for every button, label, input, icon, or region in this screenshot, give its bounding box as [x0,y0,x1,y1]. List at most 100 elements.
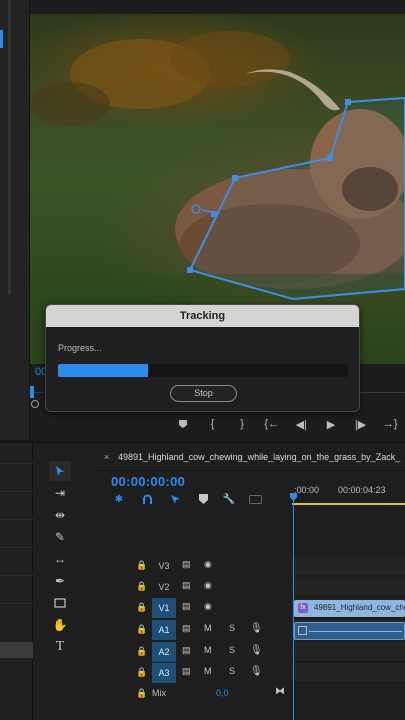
monitor-playhead[interactable] [30,386,34,398]
sync-lock-icon[interactable]: ▤ [182,623,191,634]
solo-button[interactable]: S [229,623,235,633]
add-marker-timeline-button[interactable] [195,491,211,507]
step-forward-icon: |▶ [354,418,367,431]
track-label[interactable]: A1 [152,620,176,640]
mix-volume-value[interactable]: 0,0 [216,688,229,698]
sequence-panel: × 49891_Highland_cow_chewing_while_layin… [96,443,405,720]
track-v3: 🔒 V3 ▤ ◉ [96,556,405,576]
track-lane[interactable] [292,577,405,597]
type-tool[interactable]: T [49,637,71,657]
time-ruler[interactable]: :00:00 00:00:04:23 [292,481,405,503]
lock-icon[interactable]: 🔒 [136,560,147,571]
selection-tool[interactable] [49,461,71,481]
linked-selection-button[interactable] [167,491,183,507]
nest-button[interactable]: ✱ [111,491,127,507]
eye-icon[interactable]: ◉ [204,601,212,612]
solo-button[interactable]: S [229,666,235,676]
track-lane[interactable] [292,663,405,683]
dialog-title: Tracking [46,305,359,327]
snap-button[interactable] [139,491,155,507]
track-label[interactable]: A2 [152,642,176,662]
eye-icon[interactable]: ◉ [204,580,212,591]
type-icon: T [55,639,65,654]
pen-tool[interactable]: ✒ [49,571,71,591]
sequence-toolbar: ✱ 🔧 [111,491,291,507]
hand-tool[interactable]: ✋ [49,615,71,635]
go-to-out-button[interactable]: →} [375,414,405,434]
tools-panel: ⇥ ⇹ ✎ ↔ ✒ ✋ T [44,451,78,720]
project-item-selected[interactable] [0,642,33,658]
captions-button[interactable] [247,491,263,507]
lock-icon[interactable]: 🔒 [136,624,147,635]
razor-tool[interactable]: ✎ [49,527,71,547]
sequence-timecode[interactable]: 00:00:00:00 [111,474,185,489]
mute-button[interactable]: M [204,666,212,676]
track-label[interactable]: V2 [152,577,176,597]
step-back-button[interactable]: ◀| [287,414,317,434]
add-marker-icon [198,494,208,504]
ripple-edit-tool[interactable]: ⇹ [49,505,71,525]
zoom-handle[interactable] [31,400,39,408]
track-label[interactable]: A3 [152,663,176,683]
mix-track: 🔒 Mix 0,0 ⧓ [96,684,405,704]
stop-button[interactable]: Stop [170,385,237,402]
sync-lock-icon[interactable]: ▤ [182,580,191,591]
transport-controls: { } {← ◀| ▶ |▶ →} [168,414,405,434]
razor-icon: ✎ [54,530,66,544]
go-to-in-button[interactable]: {← [257,414,287,434]
program-monitor: 00 { } {← ◀| ▶ |▶ →} Tracking Progress..… [0,0,405,440]
sequence-tab[interactable]: × 49891_Highland_cow_chewing_while_layin… [96,443,405,471]
timeline-area: ⇥ ⇹ ✎ ↔ ✒ ✋ T × 49891_Highland_cow_chewi… [0,441,405,720]
eye-icon[interactable]: ◉ [204,559,212,570]
track-select-forward-icon: ⇥ [54,486,66,500]
snap-magnet-icon [142,494,152,504]
sync-lock-icon[interactable]: ▤ [182,666,191,677]
track-label[interactable]: V3 [152,556,176,576]
track-lane[interactable] [292,556,405,576]
linked-selection-icon [170,494,180,504]
go-to-end-icon[interactable]: ⧓ [275,686,285,697]
solo-button[interactable]: S [229,645,235,655]
lock-icon[interactable]: 🔒 [136,602,147,613]
microphone-icon[interactable]: 🎙 [250,623,263,634]
sync-lock-icon[interactable]: ▤ [182,601,191,612]
mark-in-button[interactable]: { [198,414,228,434]
selection-arrow-icon [56,466,64,476]
captions-icon [248,494,262,504]
project-panel [0,443,33,720]
progress-label: Progress... [58,343,102,353]
track-lane[interactable] [292,642,405,662]
left-scrollbar[interactable] [8,0,11,295]
mute-button[interactable]: M [204,623,212,633]
video-clip[interactable]: fx 49891_Highland_cow_che [294,600,405,617]
timeline-playhead[interactable] [293,495,294,720]
play-icon: ▶ [326,418,336,431]
step-forward-button[interactable]: |▶ [346,414,376,434]
track-select-tool[interactable]: ⇥ [49,483,71,503]
lock-icon[interactable]: 🔒 [136,646,147,657]
lock-icon[interactable]: 🔒 [136,581,147,592]
slip-tool[interactable]: ↔ [49,549,71,569]
clip-box-icon [298,626,307,635]
progress-bar [58,364,348,377]
lock-icon[interactable]: 🔒 [136,688,147,699]
microphone-icon[interactable]: 🎙 [250,666,263,677]
play-button[interactable]: ▶ [316,414,346,434]
audio-waveform [309,631,402,632]
sync-lock-icon[interactable]: ▤ [182,645,191,656]
audio-clip[interactable] [294,622,405,640]
add-marker-button[interactable] [168,414,198,434]
close-tab-icon[interactable]: × [104,452,109,462]
track-label[interactable]: V1 [152,598,176,618]
out-point-icon: } [240,418,244,430]
work-area-bar[interactable] [292,503,405,505]
sync-lock-icon[interactable]: ▤ [182,559,191,570]
fx-badge: fx [298,603,308,613]
mix-label: Mix [152,688,166,698]
mark-out-button[interactable]: } [227,414,257,434]
mute-button[interactable]: M [204,645,212,655]
lock-icon[interactable]: 🔒 [136,667,147,678]
rectangle-tool[interactable] [49,593,71,613]
microphone-icon[interactable]: 🎙 [250,645,263,656]
timeline-settings-button[interactable]: 🔧 [221,491,237,507]
